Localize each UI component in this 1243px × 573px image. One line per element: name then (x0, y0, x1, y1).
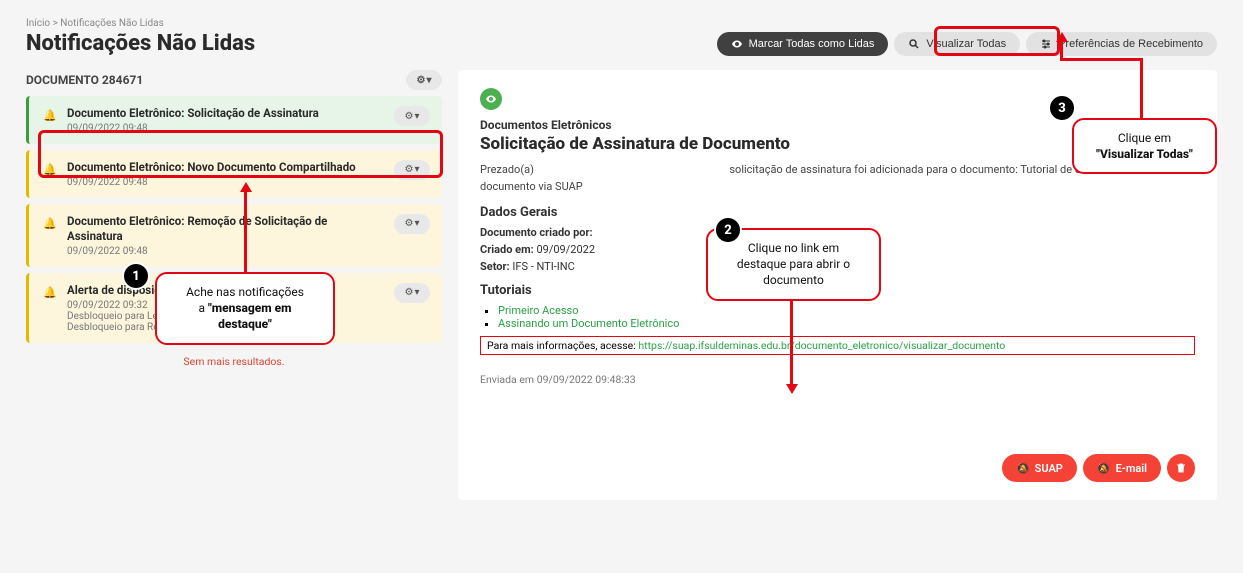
annotation-text: destaque" (173, 316, 317, 332)
field-label: Setor: (480, 260, 510, 273)
annotation-callout: Clique em "Visualizar Todas" (1072, 118, 1217, 174)
notification-title: Documento Eletrônico: Novo Documento Com… (67, 160, 384, 175)
chevron-down-icon: ▾ (414, 111, 419, 122)
annotation-callout: Ache nas notificações a "mensagem em des… (155, 272, 335, 345)
bell-slash-icon: 🔕 (1097, 462, 1111, 475)
chevron-down-icon: ▾ (426, 75, 431, 86)
field-label: Documento criado por: (480, 226, 593, 239)
notification-gear-button[interactable]: ⚙▾ (394, 160, 430, 180)
field-label: Criado em: (480, 243, 534, 256)
gear-icon: ⚙ (405, 218, 414, 229)
notification-item[interactable]: 🔔 Documento Eletrônico: Novo Documento C… (26, 150, 442, 198)
annotation-text: Clique em (1090, 130, 1199, 146)
annotation-number-badge: 1 (122, 262, 150, 290)
more-info-prefix: Para mais informações, acesse: (487, 339, 638, 352)
chevron-down-icon: ▾ (414, 287, 419, 298)
annotation-arrow (790, 292, 793, 386)
breadcrumb[interactable]: Início > Notificações Não Lidas (26, 18, 1217, 29)
field-value: 09/09/2022 (536, 243, 595, 256)
email-tag-label: E-mail (1116, 462, 1147, 475)
search-icon (908, 38, 920, 50)
more-info-box: Para mais informações, acesse: https://s… (480, 336, 1195, 355)
section-heading: Dados Gerais (480, 205, 1195, 220)
delete-button[interactable] (1167, 454, 1195, 482)
notification-gear-button[interactable]: ⚙▾ (394, 106, 430, 126)
annotation-arrow-head (1056, 32, 1068, 42)
annotation-text: a (198, 301, 208, 315)
notification-gear-button[interactable]: ⚙▾ (394, 214, 430, 234)
bell-icon: 🔔 (43, 109, 57, 122)
annotation-text: destaque para abrir o (724, 256, 863, 272)
annotation-text: Ache nas notificações (173, 284, 317, 300)
bell-slash-icon: 🔕 (1016, 462, 1030, 475)
tutorial-link[interactable]: Primeiro Acesso (498, 304, 579, 317)
mark-all-read-button[interactable]: Marcar Todas como Lidas (717, 32, 889, 56)
notification-meta: 09/09/2022 09:48 (67, 177, 384, 188)
annotation-text: "Visualizar Todas" (1090, 146, 1199, 162)
annotation-text: documento (724, 272, 863, 288)
page-title: Notificações Não Lidas (26, 31, 255, 56)
tutorial-link[interactable]: Assinando um Documento Eletrônico (498, 317, 679, 330)
annotation-text: Clique no link em (724, 240, 863, 256)
no-more-results: Sem mais resultados. (26, 349, 442, 374)
chevron-down-icon: ▾ (414, 218, 419, 229)
annotation-arrow-head (786, 384, 798, 394)
gear-icon: ⚙ (405, 164, 414, 175)
notification-meta: 09/09/2022 09:48 (67, 123, 384, 134)
view-all-button[interactable]: Visualizar Todas (894, 32, 1020, 56)
view-all-label: Visualizar Todas (926, 38, 1006, 50)
group-title: DOCUMENTO 284671 (26, 73, 143, 87)
gear-icon: ⚙ (405, 287, 414, 298)
detail-paragraph: Prezado(a) (480, 163, 534, 176)
chevron-down-icon: ▾ (414, 164, 419, 175)
annotation-arrow (244, 190, 247, 272)
bell-icon: 🔔 (43, 286, 57, 299)
sent-timestamp: Enviada em 09/09/2022 09:48:33 (480, 373, 1195, 386)
notification-title: Documento Eletrônico: Solicitação de Ass… (67, 106, 384, 121)
group-gear-button[interactable]: ⚙▾ (406, 70, 442, 90)
notification-meta: 09/09/2022 09:48 (67, 246, 384, 257)
annotation-arrow (1140, 58, 1143, 118)
annotation-number-badge: 2 (714, 216, 742, 244)
bell-icon: 🔔 (43, 163, 57, 176)
annotation-arrow (1060, 40, 1063, 60)
notification-item[interactable]: 🔔 Documento Eletrônico: Solicitação de A… (26, 96, 442, 144)
annotation-arrow-head (240, 182, 252, 192)
annotation-arrow (1060, 58, 1143, 61)
mark-all-read-label: Marcar Todas como Lidas (749, 38, 875, 50)
receipt-prefs-label: Preferências de Recebimento (1058, 38, 1203, 50)
notification-item[interactable]: 🔔 Documento Eletrônico: Remoção de Solic… (26, 204, 442, 267)
gear-icon: ⚙ (417, 75, 426, 86)
eye-icon (480, 88, 502, 110)
suap-tag-button[interactable]: 🔕 SUAP (1002, 454, 1077, 482)
eye-icon (731, 38, 743, 50)
field-value: IFS - NTI-INC (512, 260, 574, 273)
annotation-number-badge: 3 (1048, 94, 1076, 122)
notification-gear-button[interactable]: ⚙▾ (394, 283, 430, 303)
suap-tag-label: SUAP (1035, 462, 1063, 475)
trash-icon (1175, 462, 1187, 474)
document-link[interactable]: https://suap.ifsuldeminas.edu.br/documen… (638, 339, 1005, 352)
annotation-text: "mensagem em (208, 301, 292, 315)
notification-title: Documento Eletrônico: Remoção de Solicit… (67, 214, 384, 244)
gear-icon: ⚙ (405, 111, 414, 122)
email-tag-button[interactable]: 🔕 E-mail (1083, 454, 1161, 482)
bell-icon: 🔔 (43, 217, 57, 230)
detail-paragraph: documento via SUAP (480, 180, 583, 193)
sliders-icon (1040, 38, 1052, 50)
